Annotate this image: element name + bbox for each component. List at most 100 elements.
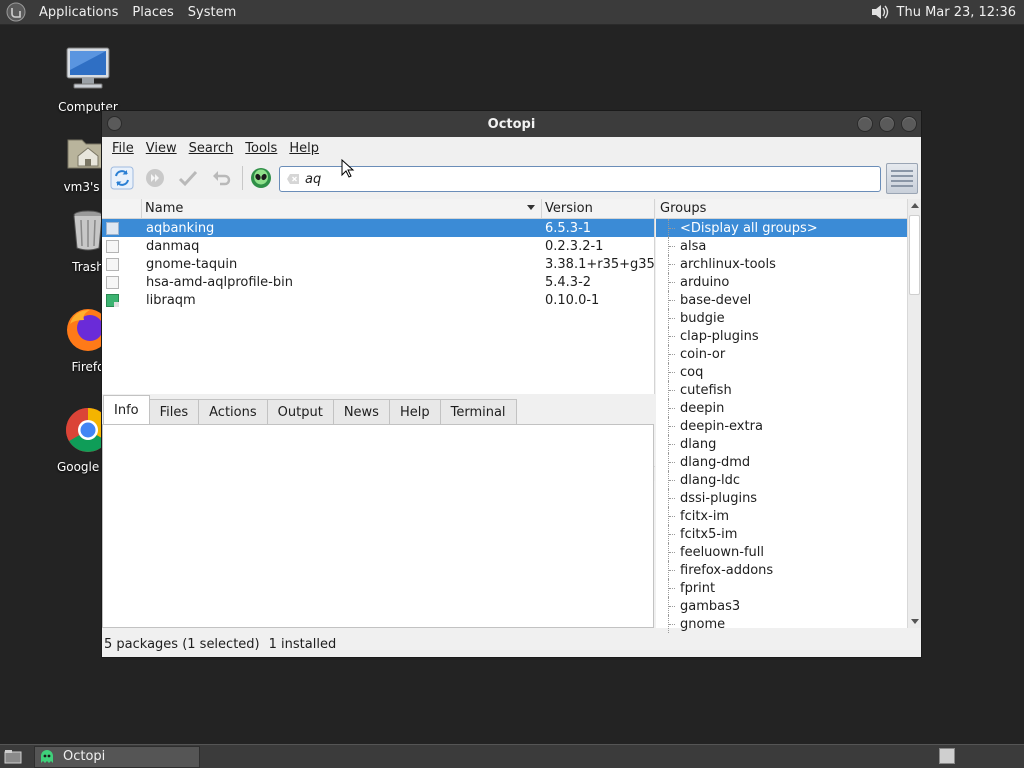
status-package-count: 5 packages (1 selected) [104,636,260,652]
applications-menu[interactable]: Applications [32,5,125,20]
places-menu[interactable]: Places [125,5,180,20]
apply-button[interactable] [174,164,202,192]
group-item[interactable]: arduino [656,273,907,291]
tab-output[interactable]: Output [266,399,334,425]
menu-help[interactable]: Help [283,141,325,156]
group-label: cutefish [680,382,732,398]
search-field[interactable] [279,166,881,192]
table-row[interactable]: libraqm 0.10.0-1 [102,291,654,309]
tab-info[interactable]: Info [103,395,150,425]
scroll-down-icon[interactable] [911,619,919,624]
window-menu-icon[interactable] [107,116,122,131]
tab-files[interactable]: Files [148,399,200,425]
table-row[interactable]: danmaq 0.2.3.2-1 [102,237,654,255]
tab-actions[interactable]: Actions [198,399,268,425]
package-rows: aqbanking 6.5.3-1 danmaq 0.2.3.2-1 gnome-taq… [102,219,654,309]
tab-news[interactable]: News [332,399,390,425]
menu-file[interactable]: File [106,141,140,156]
group-item[interactable]: fcitx5-im [656,525,907,543]
not-installed-icon [106,221,119,235]
toggle-groups-button[interactable] [886,163,918,194]
menu-view-label: View [145,141,177,156]
group-item[interactable]: firefox-addons [656,561,907,579]
minimize-button[interactable] [857,116,873,132]
package-name: libraqm [146,292,196,308]
group-item[interactable]: archlinux-tools [656,255,907,273]
group-label: coq [680,364,704,380]
not-installed-icon [106,275,119,289]
group-label: fcitx-im [680,508,730,524]
group-label: fprint [680,580,716,596]
groups-header[interactable]: Groups [656,199,907,219]
group-item[interactable]: coq [656,363,907,381]
window-title: Octopi [487,116,536,132]
group-label: dlang-dmd [680,454,751,470]
group-item[interactable]: coin-or [656,345,907,363]
group-item[interactable]: base-devel [656,291,907,309]
group-label: budgie [680,310,725,326]
system-menu[interactable]: System [181,5,243,20]
mint-logo-icon[interactable] [6,2,26,22]
table-row[interactable]: gnome-taquin 3.38.1+r35+g35ec [102,255,654,273]
table-row[interactable]: hsa-amd-aqlprofile-bin 5.4.3-2 [102,273,654,291]
group-item[interactable]: cutefish [656,381,907,399]
info-tabbar: Info Files Actions Output News Help Terminal [102,395,655,425]
clock[interactable]: Thu Mar 23, 12:36 [891,5,1020,20]
tree-branch-icon [668,525,676,543]
rollback-button[interactable] [207,164,235,192]
table-row[interactable]: aqbanking 6.5.3-1 [102,219,654,237]
group-item[interactable]: deepin-extra [656,417,907,435]
group-item[interactable]: fcitx-im [656,507,907,525]
group-item[interactable]: fprint [656,579,907,597]
tree-branch-icon [668,219,676,237]
search-input[interactable] [305,171,865,187]
desktop-icon-computer[interactable]: Computer [38,46,138,114]
column-header-status[interactable] [102,199,142,218]
group-item[interactable]: dssi-plugins [656,489,907,507]
close-button[interactable] [901,116,917,132]
group-item[interactable]: deepin [656,399,907,417]
menu-search[interactable]: Search [183,141,240,156]
taskbar: Octopi [0,744,1024,768]
list-view-icon [891,180,913,182]
package-version: 5.4.3-2 [545,274,592,290]
groups-list: <Display all groups> alsa archlinux-tools a… [656,219,907,633]
group-item[interactable]: alsa [656,237,907,255]
sync-button[interactable] [108,164,136,192]
menu-tools-label: Tools [245,141,278,156]
window-titlebar[interactable]: Octopi [102,111,921,137]
tab-terminal[interactable]: Terminal [439,399,517,425]
menu-view[interactable]: View [140,141,183,156]
group-label: feeluown-full [680,544,764,560]
column-header-version[interactable]: Version [542,199,654,218]
maximize-button[interactable] [879,116,895,132]
aur-button[interactable] [247,164,275,192]
taskbar-octopi-button[interactable]: Octopi [34,745,200,768]
groups-vertical-scrollbar[interactable] [907,199,921,628]
volume-icon[interactable] [869,2,891,22]
column-header-name[interactable]: Name [142,199,542,218]
menu-file-label: File [112,141,134,156]
group-item[interactable]: budgie [656,309,907,327]
menubar: File View Search Tools Help [102,137,921,160]
tree-branch-icon [668,561,676,579]
group-item[interactable]: clap-plugins [656,327,907,345]
group-item[interactable]: gambas3 [656,597,907,615]
clear-search-icon[interactable] [286,173,300,185]
menu-tools[interactable]: Tools [239,141,283,156]
group-item[interactable]: feeluown-full [656,543,907,561]
installed-icon [106,293,119,307]
group-item[interactable]: dlang-dmd [656,453,907,471]
group-label: firefox-addons [680,562,774,578]
commit-button[interactable] [141,164,169,192]
tab-help[interactable]: Help [388,399,441,425]
workspace-switcher[interactable] [939,748,955,764]
scrollbar-thumb[interactable] [909,215,920,295]
status-installed-count: 1 installed [268,636,337,652]
group-item[interactable]: dlang-ldc [656,471,907,489]
group-label: dlang [680,436,717,452]
group-item[interactable]: dlang [656,435,907,453]
show-desktop-button[interactable] [0,746,26,768]
group-item[interactable]: <Display all groups> [656,219,907,237]
scroll-up-icon[interactable] [911,203,919,208]
